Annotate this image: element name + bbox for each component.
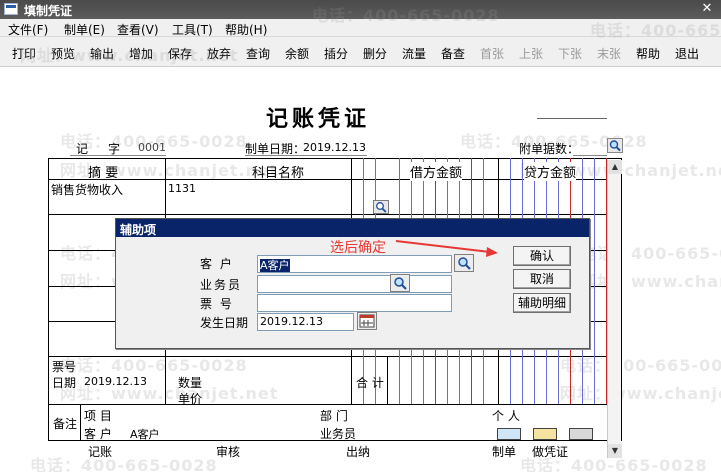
balance-button[interactable]: 余额 xyxy=(285,45,309,62)
save-button[interactable]: 保存 xyxy=(168,45,192,62)
magnifier-icon xyxy=(458,257,471,270)
menu-help[interactable]: 帮助(H) xyxy=(225,21,267,38)
last-button[interactable]: 末张 xyxy=(597,45,621,62)
bill-number-label: 票号 xyxy=(52,360,77,374)
date-input[interactable]: 2019.12.13 xyxy=(257,313,354,331)
confirm-button[interactable]: 确认 xyxy=(513,246,571,266)
menu-view[interactable]: 查看(V) xyxy=(117,21,159,38)
entry-summary-cell[interactable]: 销售货物收入 xyxy=(51,181,123,198)
signature-preparer-label: 制单 xyxy=(492,445,517,459)
menu-file[interactable]: 文件(F) xyxy=(8,21,48,38)
voucher-number-underline xyxy=(70,155,166,156)
next-button[interactable]: 下张 xyxy=(558,45,582,62)
title-underline xyxy=(537,118,607,119)
account-lookup-button[interactable] xyxy=(373,200,389,214)
preview-button[interactable]: 预览 xyxy=(51,45,75,62)
toolbar: 打印 预览 输出 增加 保存 放弃 查询 余额 插分 删分 流量 备查 首张 上… xyxy=(0,37,721,67)
insert-entry-button[interactable]: 插分 xyxy=(324,45,348,62)
magnifier-icon xyxy=(376,202,387,213)
menu-voucher[interactable]: 制单(E) xyxy=(64,21,105,38)
date-underline xyxy=(245,155,367,156)
first-button[interactable]: 首张 xyxy=(480,45,504,62)
grid-icon[interactable] xyxy=(569,428,593,440)
close-button[interactable]: ✕ xyxy=(699,1,715,17)
query-button[interactable]: 查询 xyxy=(246,45,270,62)
project-label: 项 目 xyxy=(84,409,112,423)
magnifier-icon xyxy=(609,140,621,152)
voucher-number[interactable]: 0001 xyxy=(138,141,166,154)
exit-button[interactable]: 退出 xyxy=(675,45,699,62)
salesman-lookup-button[interactable] xyxy=(390,274,410,292)
scroll-up-arrow-icon[interactable]: ▲ xyxy=(608,160,622,174)
remark-label: 备注 xyxy=(53,417,78,431)
attachment-search-button[interactable] xyxy=(607,138,623,153)
card-icon[interactable] xyxy=(497,428,521,440)
app-icon xyxy=(4,3,18,15)
help-button[interactable]: 帮助 xyxy=(636,45,660,62)
quantity-label: 数量 xyxy=(178,376,203,390)
customer-lookup-button[interactable] xyxy=(454,254,474,272)
vertical-scrollbar[interactable]: ▲ ▼ xyxy=(607,160,622,458)
salesman-input[interactable] xyxy=(257,275,452,293)
discard-button[interactable]: 放弃 xyxy=(207,45,231,62)
window-title: 填制凭证 xyxy=(24,4,73,18)
total-label: 合 计 xyxy=(356,376,384,390)
auxiliary-dialog: 辅助项 选后确定 客 户 A客户 业务员 票 号 发生日期 2019.12.13… xyxy=(115,218,590,349)
menu-bar: 文件(F) 制单(E) 查看(V) 工具(T) 帮助(H) xyxy=(0,19,721,37)
export-button[interactable]: 输出 xyxy=(90,45,114,62)
column-account: 科目名称 xyxy=(252,166,305,181)
print-button[interactable]: 打印 xyxy=(12,45,36,62)
customer-label: 客 户 xyxy=(84,427,112,441)
voucher-date[interactable]: 2019.12.13 xyxy=(303,141,366,154)
customer-input[interactable]: A客户 xyxy=(257,255,452,273)
previous-button[interactable]: 上张 xyxy=(519,45,543,62)
title-bar: 填制凭证 ✕ xyxy=(0,0,721,19)
unit-price-label: 单价 xyxy=(178,392,203,406)
ticket-input[interactable] xyxy=(257,294,452,312)
salesman-label: 业务员 xyxy=(320,427,357,441)
column-credit: 贷方金额 xyxy=(524,162,577,181)
calendar-icon xyxy=(359,314,375,328)
cancel-button[interactable]: 取消 xyxy=(513,269,571,289)
signature-preparer: 做凭证 xyxy=(532,445,569,459)
bill-date-label: 日期 xyxy=(52,376,77,390)
signature-bookkeeper: 记账 xyxy=(88,445,113,459)
note-icon[interactable] xyxy=(533,428,557,440)
customer-field-label: 客 户 xyxy=(200,257,234,271)
attachment-label: 附单据数： xyxy=(519,142,580,156)
calendar-button[interactable] xyxy=(357,312,377,330)
customer-value: A客户 xyxy=(130,428,160,441)
salesman-field-label: 业务员 xyxy=(200,278,243,292)
ticket-field-label: 票 号 xyxy=(200,297,234,311)
delete-entry-button[interactable]: 删分 xyxy=(363,45,387,62)
signature-cashier: 出纳 xyxy=(346,445,371,459)
voucher-title: 记账凭证 xyxy=(266,106,371,132)
magnifier-icon xyxy=(394,277,407,290)
dialog-title: 辅助项 xyxy=(116,219,589,237)
menu-tools[interactable]: 工具(T) xyxy=(172,21,213,38)
annotation-text: 选后确定 xyxy=(330,240,386,256)
column-summary: 摘 要 xyxy=(88,166,119,181)
cashflow-button[interactable]: 流量 xyxy=(402,45,426,62)
column-debit: 借方金额 xyxy=(410,162,463,181)
signature-reviewer: 审核 xyxy=(216,445,241,459)
bill-date-value: 2019.12.13 xyxy=(84,375,147,388)
department-label: 部 门 xyxy=(320,409,348,423)
entry-account-cell[interactable]: 1131 xyxy=(168,182,196,195)
scroll-down-arrow-icon[interactable]: ▼ xyxy=(608,444,622,458)
add-button[interactable]: 增加 xyxy=(129,45,153,62)
customer-input-value: A客户 xyxy=(260,259,290,272)
memo-button[interactable]: 备查 xyxy=(441,45,465,62)
auxiliary-detail-button[interactable]: 辅助明细 xyxy=(513,293,571,313)
person-label: 个 人 xyxy=(492,409,520,423)
date-field-label: 发生日期 xyxy=(200,316,249,330)
attachment-underline xyxy=(573,155,607,156)
